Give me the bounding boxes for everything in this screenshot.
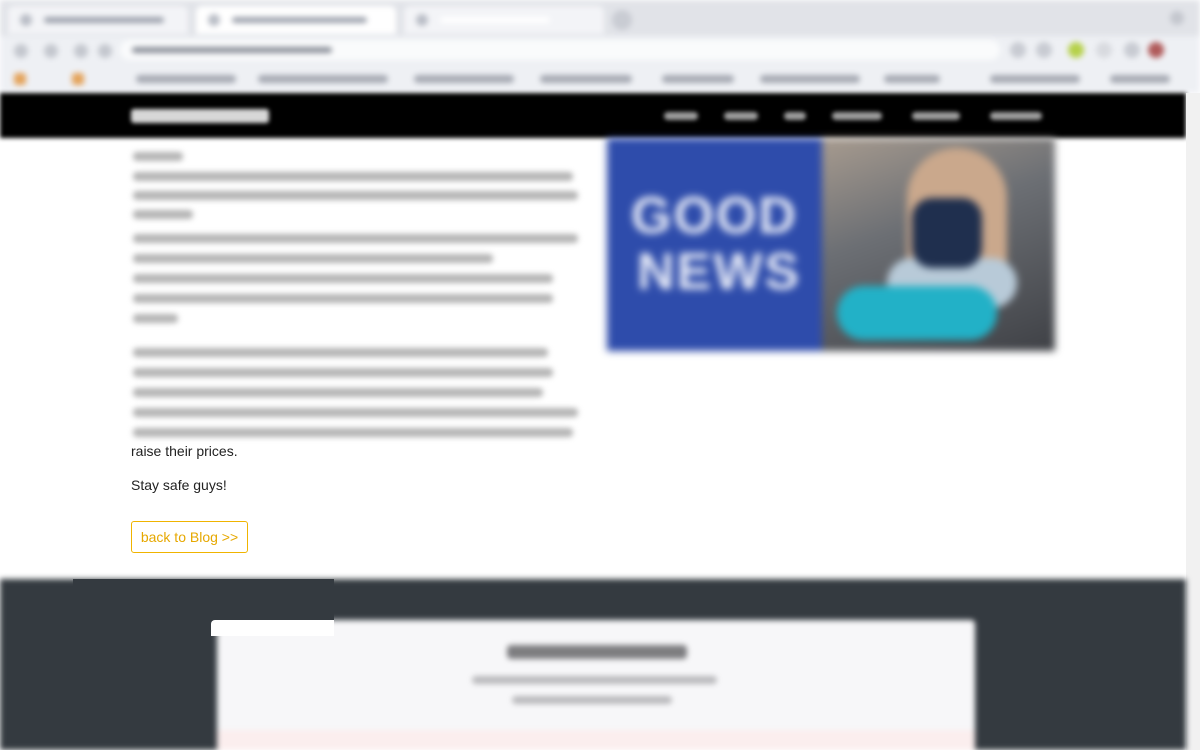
address-bar[interactable]	[120, 40, 1000, 60]
text-line	[133, 428, 573, 437]
bookmark-item[interactable]	[540, 75, 632, 83]
bookmark-item[interactable]	[258, 75, 388, 83]
bookmark-item[interactable]	[990, 75, 1080, 83]
text-line	[133, 368, 553, 377]
home-icon[interactable]	[98, 44, 112, 58]
extension-icon[interactable]	[1096, 42, 1112, 58]
tab-favicon-icon	[208, 14, 220, 26]
text-line	[133, 408, 578, 417]
comment-subtext	[472, 676, 717, 684]
extension-icon[interactable]	[1036, 42, 1052, 58]
text-line	[133, 152, 183, 161]
address-bar-url	[132, 47, 332, 53]
text-line	[133, 210, 193, 219]
article-closing-line: Stay safe guys!	[131, 477, 227, 493]
hero-person-torso	[912, 198, 982, 268]
nav-link[interactable]	[664, 112, 698, 120]
bookmark-item[interactable]	[136, 75, 236, 83]
comment-card-corner	[211, 620, 334, 636]
bookmark-icon[interactable]	[14, 73, 26, 85]
bookmark-item[interactable]	[662, 75, 734, 83]
extension-icon[interactable]	[1010, 42, 1026, 58]
browser-tab-active[interactable]	[196, 6, 396, 34]
text-line	[133, 348, 548, 357]
text-line	[133, 314, 178, 323]
text-line	[133, 254, 493, 263]
profile-avatar[interactable]	[1148, 42, 1164, 58]
comment-heading	[507, 645, 687, 659]
site-brand[interactable]	[131, 109, 269, 123]
nav-link[interactable]	[912, 112, 960, 120]
nav-link[interactable]	[832, 112, 882, 120]
tab-title	[232, 17, 367, 23]
page-scrollbar[interactable]	[1186, 93, 1200, 750]
browser-chrome	[0, 0, 1200, 93]
extension-icon[interactable]	[1124, 42, 1140, 58]
reload-icon[interactable]	[74, 44, 88, 58]
bookmark-icon[interactable]	[72, 73, 84, 85]
bookmark-item[interactable]	[884, 75, 940, 83]
hero-text-news: NEWS	[637, 243, 801, 301]
hero-text-good: GOOD	[631, 187, 798, 245]
site-navbar	[0, 93, 1186, 138]
text-line	[133, 172, 573, 181]
nav-link[interactable]	[784, 112, 806, 120]
nav-link[interactable]	[724, 112, 758, 120]
article-paragraph-tail: raise their prices.	[131, 443, 238, 459]
new-tab-icon[interactable]	[612, 10, 632, 30]
comment-subtext	[512, 696, 672, 704]
comment-card	[217, 620, 975, 750]
tab-favicon-icon	[20, 14, 32, 26]
bookmark-item[interactable]	[760, 75, 860, 83]
bookmark-item[interactable]	[414, 75, 514, 83]
text-line	[133, 388, 543, 397]
window-menu-icon[interactable]	[1170, 11, 1184, 25]
tab-title	[44, 17, 164, 23]
text-line	[133, 294, 553, 303]
browser-tab[interactable]	[8, 6, 188, 34]
text-line	[133, 191, 578, 200]
article-hero-image: GOOD NEWS	[607, 138, 1055, 351]
tab-strip	[0, 0, 1200, 36]
browser-tab[interactable]	[404, 6, 604, 34]
back-icon[interactable]	[14, 44, 28, 58]
hero-yoga-mat	[837, 286, 997, 340]
bookmark-item[interactable]	[1110, 75, 1170, 83]
text-line	[133, 234, 578, 243]
forward-icon[interactable]	[44, 44, 58, 58]
tab-title	[440, 17, 550, 23]
text-line	[133, 274, 553, 283]
tab-favicon-icon	[416, 14, 428, 26]
nav-link[interactable]	[990, 112, 1042, 120]
bookmarks-bar	[0, 66, 1200, 92]
back-to-blog-button[interactable]: back to Blog >>	[131, 521, 248, 553]
comment-input-strip[interactable]	[217, 730, 975, 750]
extension-icon[interactable]	[1068, 42, 1084, 58]
